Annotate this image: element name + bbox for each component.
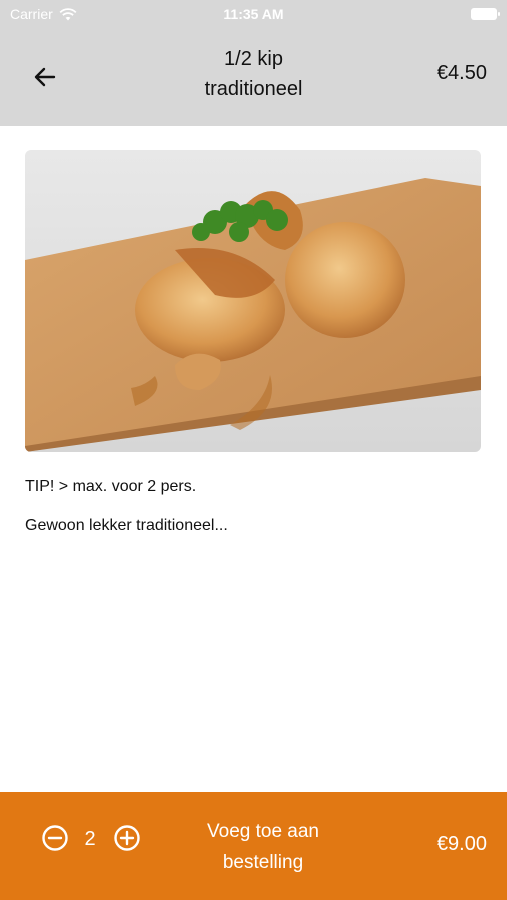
- add-label-line-1: Voeg toe aan: [207, 821, 319, 842]
- product-description: Gewoon lekker traditioneel...: [25, 517, 228, 534]
- quantity-value: 2: [84, 828, 96, 850]
- product-image: [25, 150, 481, 452]
- page-title: 1/2 kip traditioneel: [150, 44, 357, 104]
- back-button[interactable]: [28, 60, 62, 94]
- product-tip: TIP! > max. voor 2 pers.: [25, 478, 197, 495]
- increase-quantity-button[interactable]: [112, 823, 142, 853]
- arrow-left-icon: [34, 67, 56, 87]
- plus-circle-icon: [114, 825, 140, 851]
- clock: 11:35 AM: [223, 6, 284, 22]
- title-line-2: traditioneel: [204, 78, 303, 100]
- minus-circle-icon: [42, 825, 68, 851]
- order-bar: 2 Voeg toe aan bestelling €9.00: [0, 792, 507, 900]
- unit-price: €4.50: [436, 62, 487, 84]
- total-price: €9.00: [436, 833, 487, 855]
- decrease-quantity-button[interactable]: [40, 823, 70, 853]
- add-to-order-button[interactable]: Voeg toe aan bestelling: [188, 816, 338, 878]
- battery-icon: [471, 8, 500, 20]
- status-bar: Carrier 11:35 AM: [0, 0, 507, 28]
- title-line-1: 1/2 kip: [224, 48, 283, 70]
- add-label-line-2: bestelling: [222, 852, 304, 873]
- top-header: Carrier 11:35 AM 1/2 kip traditioneel €4…: [0, 0, 507, 126]
